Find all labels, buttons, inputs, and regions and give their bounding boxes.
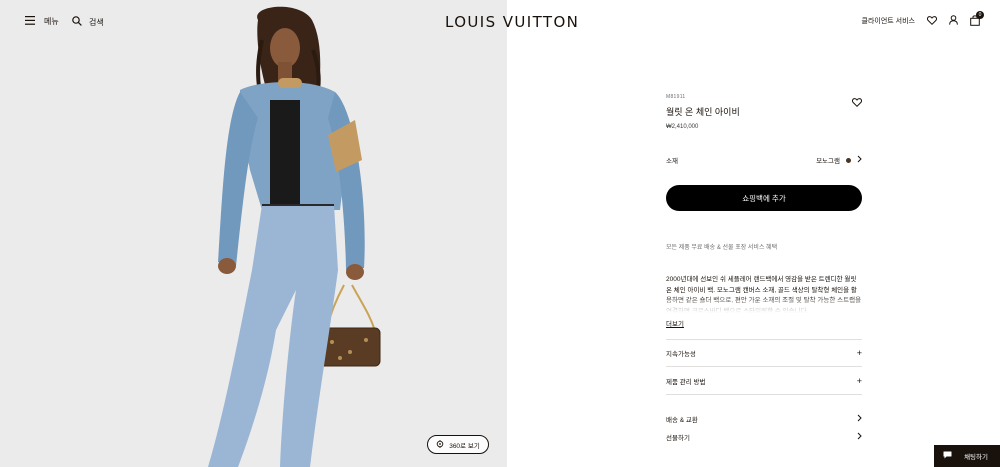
info-links: 배송 & 교환 선물하기 (666, 410, 862, 446)
accordion-label: 지속가능성 (666, 351, 696, 358)
client-services-link[interactable]: 클라이언트 서비스 (862, 16, 915, 26)
link-label: 배송 & 교환 (666, 417, 698, 424)
product-name: 월릿 온 체인 아이비 (666, 107, 740, 117)
header-actions: 클라이언트 서비스 0 (862, 11, 984, 28)
shopping-bag-icon (970, 15, 980, 28)
accordion-product-care[interactable]: 제품 관리 방법 + (666, 367, 862, 395)
brand-logo[interactable]: LOUIS VUITTON (445, 13, 579, 31)
menu-label: 메뉴 (44, 17, 59, 26)
chat-label: 채팅하기 (964, 454, 988, 461)
product-sku: M81911 (666, 94, 686, 100)
link-gift[interactable]: 선물하기 (666, 428, 862, 446)
shipping-note: 모든 제품 무료 배송 & 선물 포장 서비스 혜택 (666, 245, 778, 251)
chat-button[interactable]: 채팅하기 (934, 445, 1000, 467)
read-more-link[interactable]: 더보기 (666, 318, 684, 328)
product-wishlist-icon[interactable] (852, 94, 862, 112)
accordion-label: 제품 관리 방법 (666, 378, 706, 386)
add-to-bag-button[interactable]: 쇼핑백에 추가 (666, 185, 862, 211)
accordion-sustainability[interactable]: 지속가능성 + (666, 339, 862, 367)
plus-icon: + (856, 375, 862, 386)
chat-bubble-icon (943, 451, 952, 461)
wishlist-icon[interactable] (927, 15, 937, 27)
description-fade (666, 295, 862, 313)
product-price: ₩2,410,000 (666, 124, 699, 130)
search-label: 검색 (89, 17, 104, 27)
view-360-button[interactable]: 360로 보기 (427, 435, 489, 454)
menu-button[interactable]: 메뉴 (25, 16, 59, 27)
view-360-label: 360로 보기 (449, 442, 480, 450)
chevron-right-icon (857, 432, 862, 442)
material-selector[interactable]: 소재 모노그램 (666, 155, 862, 165)
product-image (0, 0, 507, 467)
material-value-group: 모노그램 (816, 155, 862, 165)
material-swatch (846, 157, 851, 163)
chevron-right-icon (857, 414, 862, 424)
bag-count-badge: 0 (976, 11, 984, 19)
model-photo (208, 6, 381, 467)
link-shipping-returns[interactable]: 배송 & 교환 (666, 410, 862, 428)
product-description-wrap: 2000년대에 선보인 쉬 세플레어 랜드백에서 영감을 받은 트렌디한 월릿 … (666, 275, 862, 313)
chevron-right-icon (857, 155, 862, 165)
account-icon[interactable] (949, 15, 958, 27)
material-value: 모노그램 (816, 158, 840, 165)
shopping-bag-button[interactable]: 0 (970, 11, 984, 28)
search-icon (72, 16, 82, 28)
hamburger-icon (25, 16, 35, 27)
material-label: 소재 (666, 158, 678, 165)
product-info-panel: M81911 월릿 온 체인 아이비 ₩2,410,000 소재 모노그램 쇼핑… (666, 94, 862, 446)
search-button[interactable]: 검색 (72, 16, 104, 28)
plus-icon: + (856, 348, 862, 358)
site-header: 메뉴 검색 LOUIS VUITTON 클라이언트 서비스 0 (0, 0, 1000, 46)
link-label: 선물하기 (666, 435, 690, 442)
rotate-360-icon (436, 439, 444, 450)
